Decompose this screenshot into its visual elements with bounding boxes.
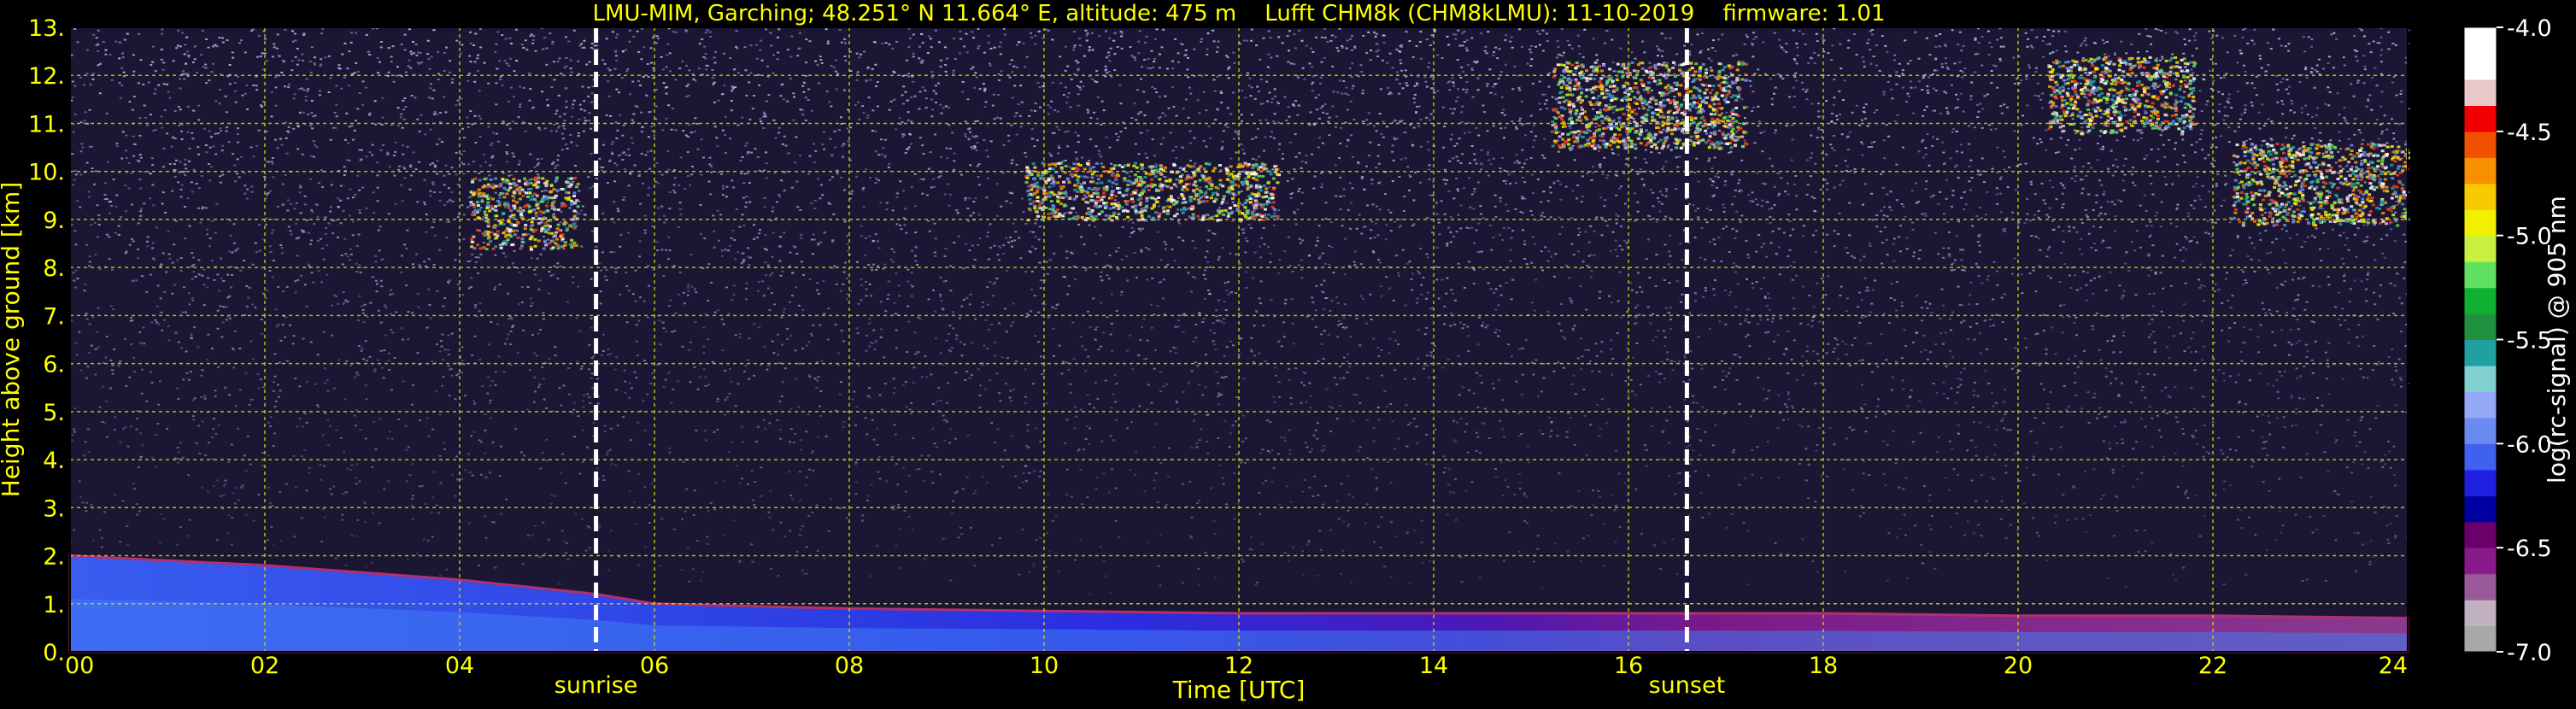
colorbar-cell (2464, 522, 2497, 548)
ceilometer-figure: 00020406081012141618202224 0.1.2.3.4.5.6… (0, 0, 2576, 706)
y-tick-label: 12. (28, 63, 65, 90)
colorbar-cell (2464, 366, 2497, 392)
colorbar-cell (2464, 261, 2497, 288)
y-tick-label: 4. (43, 448, 65, 474)
colorbar-label: log(rc-signal) @ 905 nm (2543, 196, 2571, 483)
colorbar-tick-label: -7.0 (2507, 640, 2552, 666)
colorbar-tick-label: -4.5 (2507, 120, 2552, 146)
colorbar-cell (2464, 313, 2497, 340)
x-tick-label: 02 (250, 653, 279, 679)
plot-area (70, 27, 2410, 652)
x-tick-label: 10 (1030, 653, 1059, 679)
colorbar-cell (2464, 340, 2497, 366)
x-tick-label: 24 (2379, 653, 2408, 679)
colorbar-cell (2464, 132, 2497, 158)
colorbar-cell (2464, 236, 2497, 262)
y-tick-label: 0. (43, 640, 65, 666)
colorbar-cell (2464, 600, 2497, 626)
colorbar-cell (2464, 157, 2497, 184)
x-tick-label: 16 (1614, 653, 1643, 679)
colorbar-cell (2464, 391, 2497, 418)
x-tick-label: 14 (1419, 653, 1448, 679)
x-tick-label: 00 (65, 653, 94, 679)
event-label: sunrise (555, 672, 638, 699)
x-axis-label: Time [UTC] (1172, 676, 1306, 704)
chart-svg: 00020406081012141618202224 0.1.2.3.4.5.6… (0, 0, 2576, 706)
colorbar-cell (2464, 209, 2497, 236)
colorbar-cell (2464, 105, 2497, 132)
x-tick-label: 22 (2198, 653, 2227, 679)
y-tick-label: 3. (43, 495, 65, 522)
colorbar-cell (2464, 53, 2497, 79)
colorbar-cell (2464, 184, 2497, 210)
y-tick-label: 11. (28, 111, 65, 138)
colorbar-cell (2464, 574, 2497, 601)
x-tick-label: 04 (445, 653, 474, 679)
x-tick-label: 08 (835, 653, 864, 679)
colorbar-cell (2464, 495, 2497, 522)
colorbar-cell (2464, 79, 2497, 106)
colorbar-tick-label: -4.0 (2507, 15, 2552, 42)
x-tick-label: 20 (2004, 653, 2033, 679)
colorbar-cell (2464, 443, 2497, 470)
x-tick-label: 06 (640, 653, 669, 679)
y-tick-label: 1. (43, 592, 65, 618)
chart-title: LMU-MIM, Garching; 48.251° N 11.664° E, … (593, 1, 1886, 26)
colorbar-tick-label: -6.5 (2507, 536, 2552, 562)
colorbar-cell (2464, 548, 2497, 574)
y-tick-label: 5. (43, 400, 65, 426)
y-tick-label: 10. (28, 160, 65, 186)
colorbar-cell (2464, 27, 2497, 54)
x-tick-label: 18 (1809, 653, 1838, 679)
y-tick-label: 13. (28, 15, 65, 42)
event-label: sunset (1649, 672, 1726, 699)
y-tick-label: 6. (43, 352, 65, 378)
colorbar-cell (2464, 418, 2497, 444)
y-tick-label: 8. (43, 255, 65, 282)
colorbar-cell (2464, 470, 2497, 496)
colorbar-cells (2464, 27, 2497, 653)
y-tick-label: 7. (43, 303, 65, 330)
colorbar-cell (2464, 626, 2497, 653)
y-tick-label: 9. (43, 208, 65, 234)
y-tick-label: 2. (43, 544, 65, 571)
colorbar-cell (2464, 288, 2497, 314)
y-axis-label: Height above ground [km] (0, 182, 25, 498)
